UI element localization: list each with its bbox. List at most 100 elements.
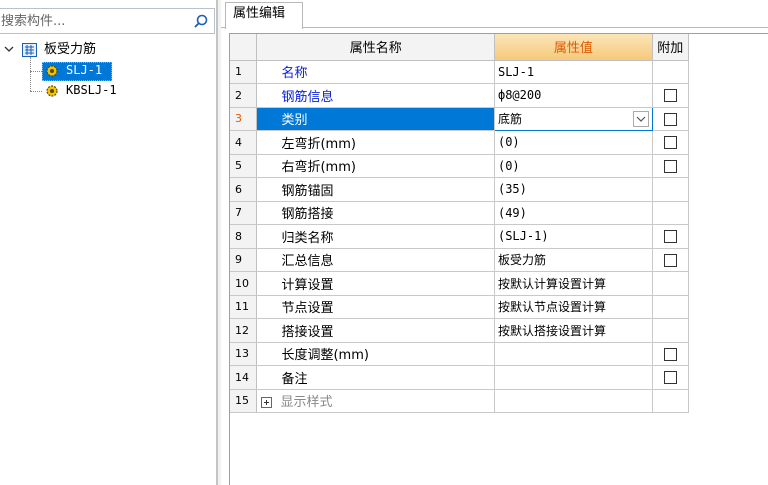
extra-cell [652, 83, 689, 108]
tab-bar: 属性编辑 [221, 0, 768, 29]
table-row[interactable]: 10 计算设置 按默认计算设置计算 [230, 271, 768, 296]
property-value-cell[interactable]: SLJ-1 [494, 60, 653, 84]
extra-cell [652, 60, 689, 84]
property-name-label: 左弯折(mm) [281, 136, 356, 152]
property-name-cell[interactable]: 类别 [256, 107, 495, 131]
row-number: 2 [230, 83, 258, 108]
property-value-cell[interactable] [494, 342, 653, 366]
property-value-text: SLJ-1 [497, 64, 535, 79]
table-row[interactable]: 11 节点设置 按默认节点设置计算 [230, 295, 768, 319]
table-row[interactable]: 15 显示样式 [230, 389, 768, 413]
property-value-cell[interactable]: 按默认节点设置计算 [494, 295, 653, 319]
property-name-cell[interactable]: 钢筋锚固 [256, 177, 495, 202]
table-row[interactable]: 14 备注 [230, 365, 768, 390]
property-value-cell[interactable]: (SLJ-1) [494, 224, 653, 249]
property-value-cell[interactable]: 板受力筋 [494, 248, 653, 272]
grid-header-row: 属性名称 属性值 附加 [230, 34, 768, 61]
property-name-cell[interactable]: 备注 [256, 365, 495, 390]
property-value-cell[interactable]: 按默认搭接设置计算 [494, 318, 653, 343]
search-box [0, 8, 215, 34]
property-name-cell[interactable]: 名称 [256, 60, 495, 84]
extra-checkbox[interactable] [663, 371, 677, 385]
table-row[interactable]: 3 类别 底筋 [230, 106, 768, 131]
table-row[interactable]: 5 右弯折(mm) (0) [230, 154, 768, 178]
property-value-text: (49) [497, 205, 527, 220]
table-row[interactable]: 12 搭接设置 按默认搭接设置计算 [230, 318, 768, 343]
category-dropdown[interactable]: 底筋 [493, 106, 653, 131]
property-value-cell[interactable]: 按默认计算设置计算 [494, 271, 653, 296]
extra-cell [652, 389, 689, 413]
property-name-cell[interactable]: 长度调整(mm) [256, 342, 495, 366]
property-value-cell[interactable] [494, 389, 653, 413]
table-row[interactable]: 6 钢筋锚固 (35) [230, 177, 768, 202]
table-row[interactable]: 1 名称 SLJ-1 [230, 60, 768, 84]
rebar-gear-icon [46, 65, 58, 77]
search-button[interactable] [188, 9, 214, 33]
expand-plus-icon[interactable] [261, 397, 273, 409]
property-name-cell[interactable]: 搭接设置 [256, 318, 495, 343]
header-corner [230, 34, 258, 61]
property-value-cell[interactable]: (49) [494, 201, 653, 225]
rebar-gear-icon [46, 85, 58, 97]
chevron-down-icon[interactable] [3, 40, 15, 60]
property-name-label: 显示样式 [280, 395, 333, 411]
tab-property-edit[interactable]: 属性编辑 [225, 2, 303, 29]
property-name-cell[interactable]: 钢筋搭接 [256, 201, 495, 225]
property-value-text: (0) [497, 135, 520, 150]
row-number: 6 [230, 177, 258, 202]
table-row[interactable]: 7 钢筋搭接 (49) [230, 201, 768, 225]
property-name-label: 钢筋锚固 [281, 183, 334, 199]
property-name-cell[interactable]: 显示样式 [256, 389, 495, 413]
property-name-label: 钢筋信息 [281, 89, 334, 105]
extra-checkbox[interactable] [663, 253, 677, 267]
table-row[interactable]: 4 左弯折(mm) (0) [230, 130, 768, 155]
property-name-label: 右弯折(mm) [281, 160, 356, 176]
property-name-label: 类别 [281, 113, 308, 129]
table-row[interactable]: 9 汇总信息 板受力筋 [230, 248, 768, 272]
header-property-value[interactable]: 属性值 [494, 34, 653, 61]
row-number: 8 [230, 224, 258, 249]
dropdown-chevron-icon[interactable] [632, 110, 649, 127]
property-value-cell[interactable]: (0) [494, 154, 653, 178]
extra-cell [652, 271, 689, 296]
table-row[interactable]: 2 钢筋信息 ф8@200 [230, 83, 768, 108]
extra-checkbox[interactable] [663, 112, 677, 126]
property-value-text: (0) [497, 158, 520, 173]
property-value-cell[interactable]: ф8@200 [494, 83, 653, 108]
property-name-label: 节点设置 [281, 301, 334, 317]
property-name-cell[interactable]: 归类名称 [256, 224, 495, 249]
extra-checkbox[interactable] [663, 230, 677, 244]
row-number: 7 [230, 201, 258, 225]
extra-checkbox[interactable] [663, 136, 677, 150]
property-name-label: 归类名称 [281, 230, 334, 246]
property-name-cell[interactable]: 钢筋信息 [256, 83, 495, 108]
property-value-text: 按默认计算设置计算 [497, 276, 606, 291]
table-row[interactable]: 13 长度调整(mm) [230, 342, 768, 366]
extra-checkbox[interactable] [663, 89, 677, 103]
property-value-cell[interactable]: (0) [494, 130, 653, 155]
extra-cell [652, 107, 689, 131]
property-value-text: (SLJ-1) [497, 229, 549, 244]
tree-root-node[interactable]: 板受力筋 [0, 40, 216, 60]
search-icon [194, 14, 208, 28]
row-number: 10 [230, 271, 258, 296]
property-value-cell[interactable] [494, 365, 653, 390]
property-name-cell[interactable]: 节点设置 [256, 295, 495, 319]
row-number: 12 [230, 318, 258, 343]
property-name-cell[interactable]: 计算设置 [256, 271, 495, 296]
property-value-cell[interactable]: (35) [494, 177, 653, 202]
search-input[interactable] [0, 9, 185, 33]
extra-cell [652, 342, 689, 366]
property-name-label: 名称 [281, 66, 308, 82]
property-name-cell[interactable]: 汇总信息 [256, 248, 495, 272]
property-name-cell[interactable]: 左弯折(mm) [256, 130, 495, 155]
property-name-cell[interactable]: 右弯折(mm) [256, 154, 495, 178]
row-number: 14 [230, 365, 258, 390]
slab-rebar-folder-icon [22, 43, 37, 57]
table-row[interactable]: 8 归类名称 (SLJ-1) [230, 224, 768, 249]
header-property-name[interactable]: 属性名称 [256, 34, 495, 61]
row-number: 1 [230, 60, 258, 84]
header-extra[interactable]: 附加 [652, 34, 689, 61]
extra-checkbox[interactable] [663, 159, 677, 173]
extra-checkbox[interactable] [663, 347, 677, 361]
